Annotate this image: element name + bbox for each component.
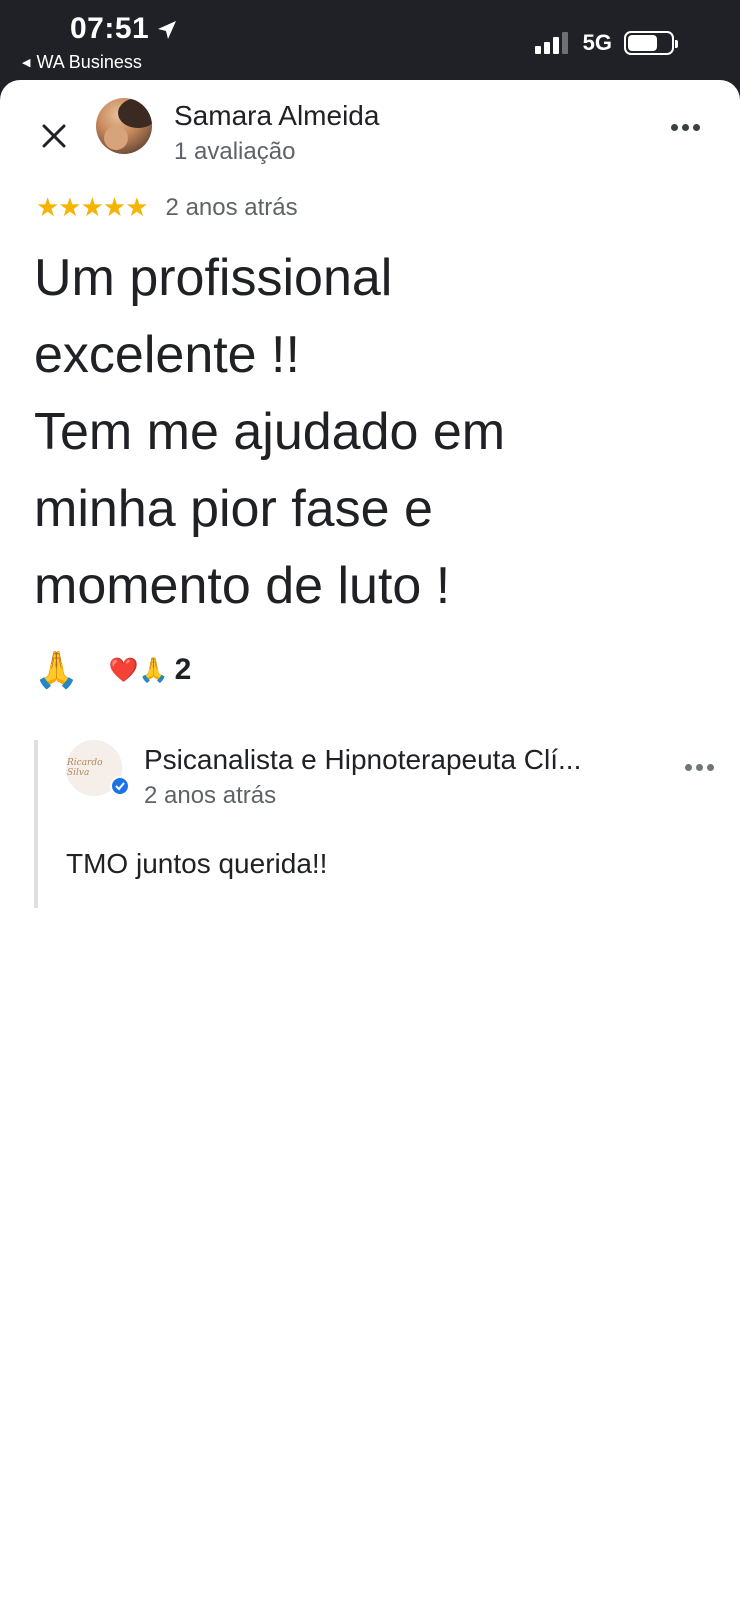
reaction-emojis: ❤️🙏: [108, 656, 169, 684]
reaction-count: 2: [174, 653, 192, 686]
reviewer-name[interactable]: Samara Almeida: [174, 100, 379, 132]
reviewer-avatar[interactable]: [96, 98, 152, 154]
battery-icon: [624, 31, 678, 55]
verified-badge-icon: [110, 776, 130, 796]
owner-reply: Ricardo Silva Psicanalista e Hipnoterape…: [34, 740, 714, 908]
close-icon[interactable]: [38, 120, 70, 152]
owner-reply-text: TMO juntos querida!!: [66, 848, 328, 879]
back-triangle-icon: ◀: [22, 57, 31, 69]
owner-reply-date: 2 anos atrás: [144, 782, 277, 809]
reaction-row: 🙏 ❤️🙏 2: [34, 648, 191, 692]
status-bar: 07:51 ◀ WA Business 5G: [0, 0, 740, 84]
location-arrow-icon: [158, 21, 177, 39]
owner-name[interactable]: Psicanalista e Hipnoterapeuta Clí...: [144, 744, 644, 776]
review-text: Um profissional excelente !! Tem me ajud…: [34, 249, 506, 615]
star-rating: ★★★★★: [36, 192, 149, 222]
owner-logo-text: Ricardo Silva: [67, 758, 103, 778]
status-indicators: 5G: [534, 30, 678, 56]
review-date: 2 anos atrás: [165, 193, 298, 221]
reaction-summary[interactable]: ❤️🙏 2: [109, 653, 191, 687]
reply-more-options-icon[interactable]: [681, 764, 714, 771]
status-time: 07:51: [70, 12, 150, 45]
clock: 07:51: [70, 12, 179, 46]
reviewer-review-count: 1 avaliação: [174, 138, 296, 165]
react-button[interactable]: 🙏: [34, 648, 79, 692]
network-type: 5G: [582, 30, 612, 55]
more-options-icon[interactable]: [667, 124, 700, 131]
review-sheet: Samara Almeida 1 avaliação ★★★★★ 2 anos …: [0, 80, 740, 1600]
rating-row: ★★★★★ 2 anos atrás: [36, 192, 298, 223]
back-to-app-link[interactable]: ◀ WA Business: [22, 52, 142, 73]
signal-icon: [534, 32, 571, 54]
back-app-label: WA Business: [36, 52, 142, 72]
